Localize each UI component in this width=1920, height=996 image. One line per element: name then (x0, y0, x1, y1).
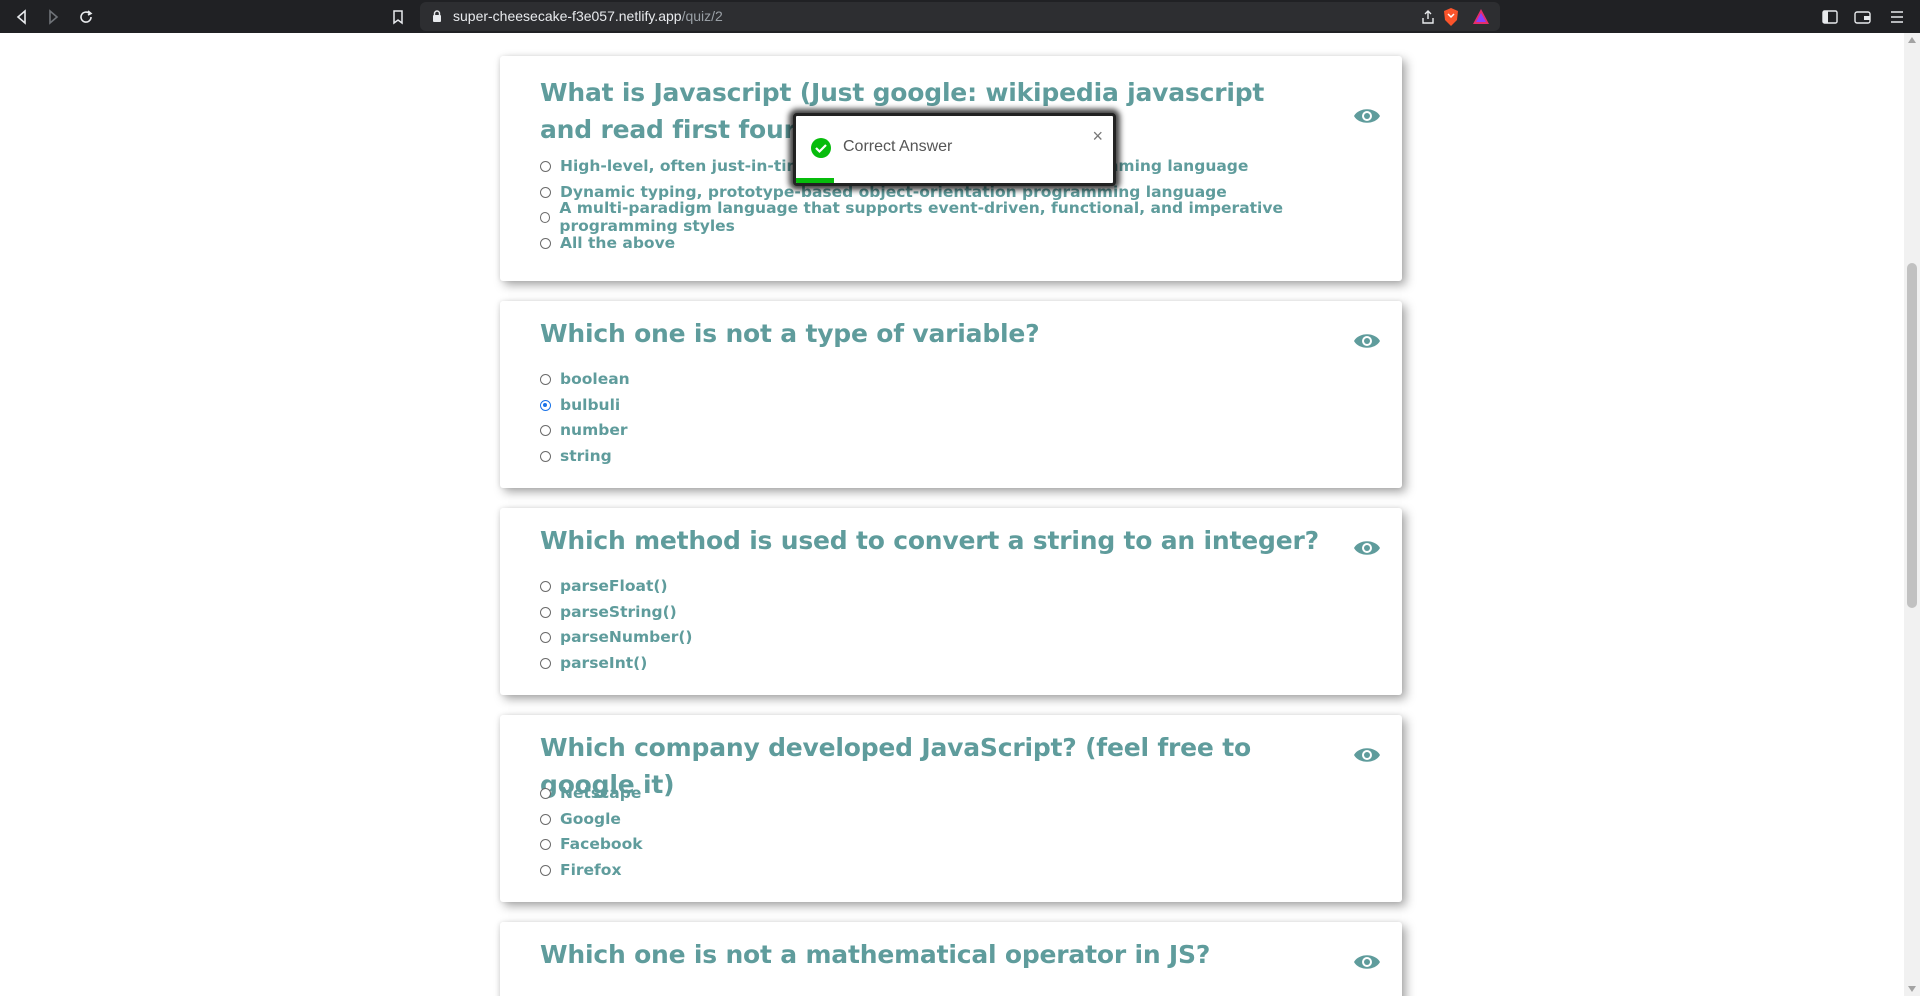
scrollbar-thumb[interactable] (1907, 263, 1917, 608)
share-icon[interactable] (1420, 9, 1436, 25)
eye-icon[interactable] (1352, 330, 1382, 352)
option-label: parseString() (560, 603, 677, 621)
sidebar-button[interactable] (1818, 5, 1842, 29)
eye-icon[interactable] (1352, 537, 1382, 559)
question-card: Which method is used to convert a string… (500, 508, 1402, 695)
answer-option[interactable]: boolean (540, 367, 630, 391)
option-label: parseInt() (560, 654, 648, 672)
option-label: All the above (560, 234, 676, 252)
answer-option[interactable]: Firefox (540, 858, 621, 882)
eye-icon[interactable] (1352, 105, 1382, 127)
toast-progress-bar (796, 178, 835, 183)
question-card: Which one is not a type of variable? boo… (500, 301, 1402, 488)
sidebar-icon (1822, 10, 1838, 24)
url-host: super-cheesecake-f3e057.netlify.app (453, 8, 682, 24)
answer-option[interactable]: A multi-paradigm language that supports … (540, 199, 1402, 235)
option-label: boolean (560, 370, 630, 388)
toast-notification[interactable]: Correct Answer × (793, 113, 1116, 186)
answer-option[interactable]: parseFloat() (540, 574, 668, 598)
option-label: Netscape (560, 784, 642, 802)
reload-button[interactable] (74, 5, 98, 29)
brave-shield-icon[interactable] (1442, 7, 1460, 27)
toast-close-button[interactable]: × (1092, 126, 1103, 147)
url-text: super-cheesecake-f3e057.netlify.app/quiz… (453, 8, 723, 24)
question-title: Which one is not a mathematical operator… (540, 940, 1211, 969)
radio-button[interactable] (540, 787, 551, 799)
question-title: Which method is used to convert a string… (540, 526, 1319, 555)
question-card: Which company developed JavaScript? (fee… (500, 715, 1402, 902)
menu-button[interactable] (1885, 5, 1909, 29)
radio-button[interactable] (540, 657, 551, 669)
back-arrow-icon (16, 9, 26, 25)
question-title: Which company developed JavaScript? (fee… (540, 733, 1251, 799)
bookmark-button[interactable] (386, 5, 410, 29)
radio-button[interactable] (540, 160, 551, 172)
option-label: bulbuli (560, 396, 621, 414)
option-label: Google (560, 810, 621, 828)
radio-button[interactable] (540, 580, 551, 592)
scroll-down-arrow-icon[interactable] (1908, 986, 1916, 992)
question-title: Which one is not a type of variable? (540, 319, 1040, 348)
option-label: string (560, 447, 612, 465)
answer-option[interactable]: parseNumber() (540, 625, 693, 649)
answer-option[interactable]: bulbuli (540, 393, 620, 417)
url-path: /quiz/2 (681, 8, 723, 24)
bookmark-icon (393, 10, 403, 25)
page-scrollbar[interactable] (1904, 33, 1920, 996)
lock-icon (433, 10, 441, 22)
radio-button[interactable] (540, 631, 551, 643)
option-label: parseNumber() (560, 628, 693, 646)
browser-toolbar: super-cheesecake-f3e057.netlify.app/quiz… (0, 0, 1920, 33)
scroll-up-arrow-icon[interactable] (1908, 37, 1916, 43)
option-label: parseFloat() (560, 577, 668, 595)
radio-button[interactable] (540, 211, 551, 223)
page-heading-clipped (500, 33, 1400, 39)
radio-button[interactable] (540, 237, 551, 249)
wallet-icon (1853, 11, 1871, 24)
radio-button[interactable] (540, 813, 551, 825)
answer-option[interactable]: Google (540, 807, 621, 831)
answer-option[interactable]: parseInt() (540, 651, 647, 675)
check-circle-icon (811, 138, 831, 158)
answer-option[interactable]: Facebook (540, 832, 643, 856)
reload-icon (80, 10, 93, 23)
radio-button-selected[interactable] (540, 399, 551, 411)
option-label: A multi-paradigm language that supports … (559, 199, 1283, 235)
wallet-button[interactable] (1850, 5, 1874, 29)
toast-message: Correct Answer (843, 138, 953, 155)
back-button[interactable] (10, 5, 34, 29)
option-label: Facebook (560, 835, 643, 853)
answer-option[interactable]: Netscape (540, 781, 641, 805)
eye-icon[interactable] (1352, 744, 1382, 766)
radio-button[interactable] (540, 424, 551, 436)
brave-rewards-icon[interactable] (1472, 8, 1490, 25)
radio-button[interactable] (540, 373, 551, 385)
radio-button[interactable] (540, 186, 551, 198)
forward-button[interactable] (41, 5, 65, 29)
answer-option[interactable]: parseString() (540, 600, 677, 624)
radio-button[interactable] (540, 838, 551, 850)
address-bar[interactable]: super-cheesecake-f3e057.netlify.app/quiz… (420, 2, 1500, 31)
hamburger-menu-icon (1891, 11, 1903, 23)
forward-arrow-icon (49, 9, 59, 25)
answer-option[interactable]: string (540, 444, 612, 468)
radio-button[interactable] (540, 450, 551, 462)
question-card: Which one is not a mathematical operator… (500, 922, 1402, 996)
radio-button[interactable] (540, 864, 551, 876)
option-label: number (560, 421, 628, 439)
eye-icon[interactable] (1352, 951, 1382, 973)
answer-option[interactable]: All the above (540, 231, 675, 255)
radio-button[interactable] (540, 606, 551, 618)
answer-option[interactable]: number (540, 418, 627, 442)
option-label: Firefox (560, 861, 622, 879)
